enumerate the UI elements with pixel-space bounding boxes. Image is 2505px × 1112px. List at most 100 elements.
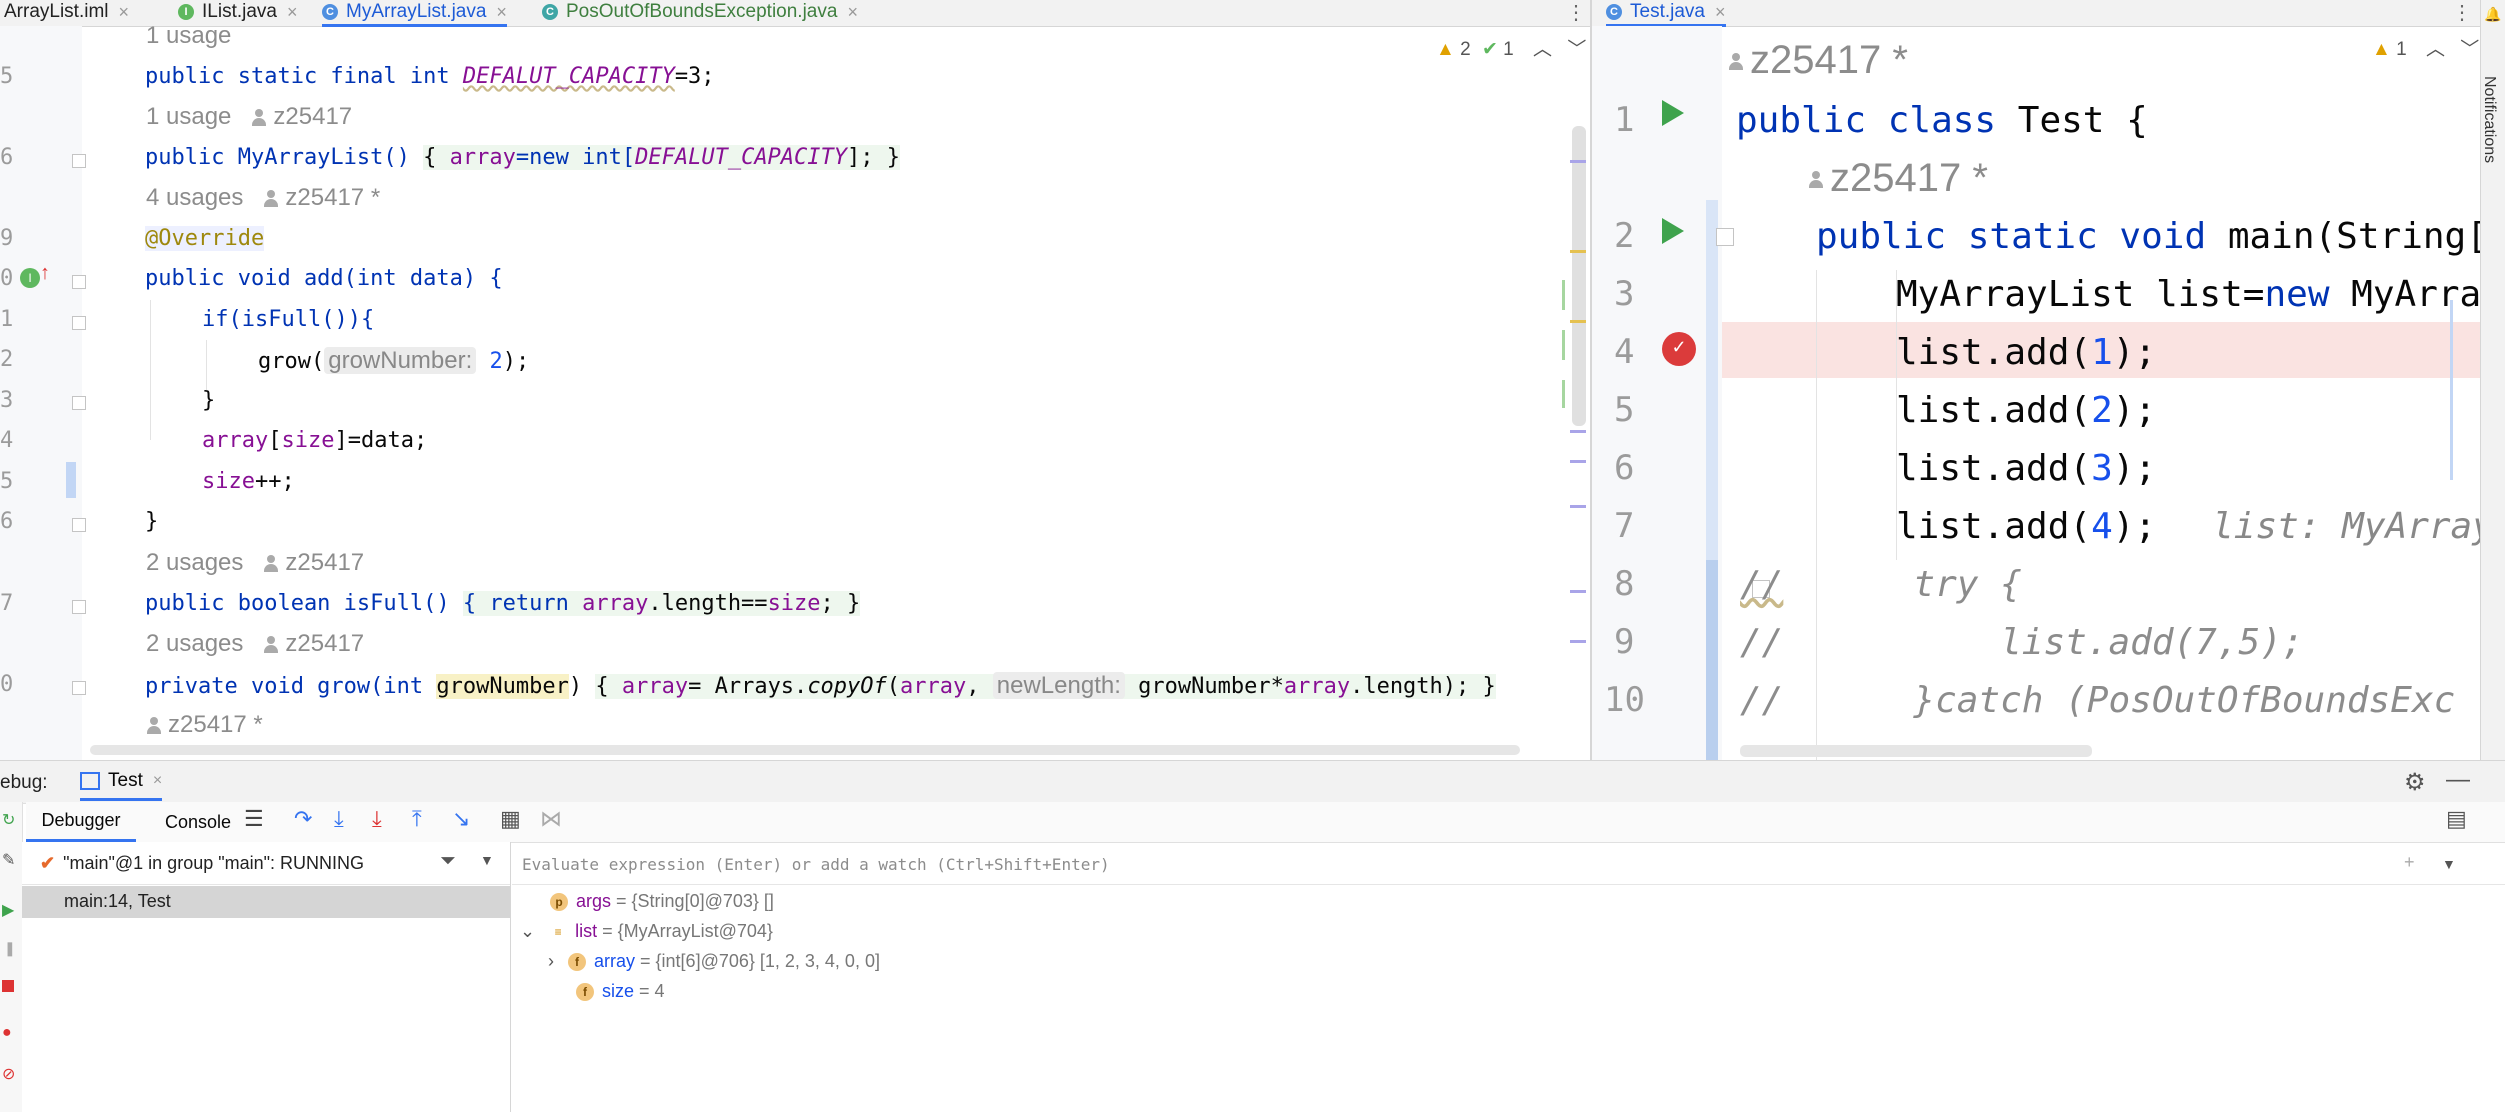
notifications-button[interactable]: Notifications: [2480, 76, 2498, 163]
error-stripe-mark[interactable]: [1570, 430, 1586, 433]
fold-icon[interactable]: [72, 316, 86, 330]
menu-icon[interactable]: ☰: [244, 806, 264, 832]
code-vision-usages[interactable]: 2 usages z25417: [146, 549, 364, 577]
variable-row[interactable]: f size = 4: [576, 981, 665, 1002]
fold-icon[interactable]: [1716, 228, 1734, 246]
chevron-up-icon[interactable]: ︿: [1533, 39, 1552, 60]
inspection-widget[interactable]: ▲ 2 ✔ 1 ︿ ﹀: [1436, 34, 1586, 61]
fold-icon[interactable]: [72, 681, 86, 695]
code-line[interactable]: // }catch (PosOutOfBoundsExc: [1740, 680, 2455, 721]
code-line[interactable]: public void add(int data) {: [145, 266, 503, 291]
trace-icon[interactable]: ⋈: [540, 806, 562, 832]
error-stripe-mark[interactable]: [1570, 505, 1586, 508]
code-vision-usages[interactable]: 1 usage z25417: [146, 103, 352, 131]
close-icon[interactable]: ×: [1715, 2, 1726, 23]
fold-icon[interactable]: [72, 518, 86, 532]
code-line[interactable]: if(isFull()){: [202, 307, 374, 332]
step-over-icon[interactable]: ↷: [294, 806, 312, 832]
close-icon[interactable]: ×: [119, 2, 130, 23]
inspection-widget[interactable]: ▲ 1 ︿ ﹀: [2372, 34, 2479, 61]
code-line[interactable]: list.add(2);: [1896, 390, 2156, 431]
chevron-down-icon[interactable]: ▼: [480, 852, 494, 868]
code-line[interactable]: list.add(1);: [1896, 332, 2156, 373]
debug-session-tab[interactable]: Test ×: [80, 764, 163, 801]
chevron-right-icon[interactable]: ›: [548, 951, 554, 971]
chevron-down-icon[interactable]: ▼: [2442, 856, 2456, 872]
close-icon[interactable]: ×: [847, 2, 858, 23]
error-stripe-mark[interactable]: [1570, 160, 1586, 163]
more-tabs-icon[interactable]: ⋮: [2452, 0, 2472, 25]
settings-icon[interactable]: ✎: [2, 850, 15, 870]
code-line[interactable]: size++;: [202, 469, 295, 494]
code-vision-usages[interactable]: 1 usage: [146, 22, 231, 50]
notifications-icon[interactable]: 🔔: [2484, 6, 2501, 23]
code-line[interactable]: public MyArrayList() { array=new int[DEF…: [145, 145, 901, 170]
force-step-into-icon[interactable]: ⤓: [372, 806, 382, 832]
code-line[interactable]: list.add(3);: [1896, 448, 2156, 489]
frame-label[interactable]: main:14, Test: [64, 891, 171, 912]
minimize-icon[interactable]: —: [2446, 766, 2470, 794]
tab-ilist[interactable]: I IList.java ×: [178, 0, 298, 24]
run-to-cursor-icon[interactable]: ↘: [452, 806, 470, 832]
code-line[interactable]: }: [202, 388, 215, 413]
code-line[interactable]: public class Test {: [1736, 100, 2148, 141]
variable-row[interactable]: p args = {String[0]@703} []: [550, 891, 774, 912]
step-into-icon[interactable]: ⤓: [334, 806, 344, 832]
fold-icon[interactable]: [72, 275, 86, 289]
view-breakpoints-icon[interactable]: ●: [2, 1024, 12, 1042]
chevron-up-icon[interactable]: ︿: [2426, 39, 2445, 60]
step-out-icon[interactable]: ⤒: [412, 806, 422, 832]
close-icon[interactable]: ×: [496, 2, 507, 23]
variable-row[interactable]: › f array = {int[6]@706} [1, 2, 3, 4, 0, 0…: [548, 951, 880, 972]
code-line[interactable]: list.add(4); list: MyArrayL: [1896, 506, 2505, 547]
tab-posoutofbounds[interactable]: C PosOutOfBoundsException.java ×: [542, 0, 858, 24]
add-watch-icon[interactable]: +: [2404, 852, 2415, 873]
gear-icon[interactable]: ⚙: [2404, 768, 2426, 797]
tab-debugger[interactable]: Debugger: [26, 802, 136, 842]
implements-icon[interactable]: I: [20, 268, 40, 288]
code-vision-author[interactable]: z25417 *: [1728, 38, 1908, 83]
error-stripe-mark[interactable]: [1570, 460, 1586, 463]
horizontal-scrollbar[interactable]: [90, 745, 1520, 755]
breakpoint-icon[interactable]: ✓: [1662, 332, 1696, 366]
variable-row[interactable]: ⌄ ≡ list = {MyArrayList@704}: [520, 921, 773, 942]
code-line[interactable]: // list.add(7,5);: [1740, 622, 2304, 663]
layout-icon[interactable]: ▤: [2446, 806, 2467, 832]
fold-icon[interactable]: [72, 600, 86, 614]
code-line[interactable]: array[size]=data;: [202, 428, 427, 453]
fold-icon[interactable]: [72, 396, 86, 410]
code-line[interactable]: public static final int DEFALUT_CAPACITY…: [145, 64, 715, 89]
code-line[interactable]: @Override: [145, 226, 265, 251]
error-stripe-mark[interactable]: [1570, 320, 1586, 323]
mute-breakpoints-icon[interactable]: ⊘: [2, 1064, 15, 1084]
vertical-scrollbar[interactable]: [2450, 300, 2453, 480]
fold-icon[interactable]: [72, 154, 86, 168]
pause-icon[interactable]: ❚: [4, 940, 16, 957]
tab-myarraylist[interactable]: C MyArrayList.java ×: [322, 0, 507, 27]
vertical-scrollbar[interactable]: [1572, 126, 1586, 426]
code-line[interactable]: public boolean isFull() { return array.l…: [145, 591, 861, 616]
code-line[interactable]: public static void main(String[]: [1816, 216, 2505, 257]
override-arrow-icon[interactable]: ↑: [40, 262, 50, 285]
code-vision-usages[interactable]: 4 usages z25417 *: [146, 184, 380, 212]
thread-label[interactable]: ✔ "main"@1 in group "main": RUNNING: [40, 853, 364, 874]
code-line[interactable]: MyArrayList list=new MyArrayL: [1896, 274, 2505, 315]
code-vision-author[interactable]: z25417 *: [1808, 156, 1988, 201]
rerun-icon[interactable]: ↻: [2, 810, 15, 830]
close-icon[interactable]: ×: [153, 772, 162, 790]
more-tabs-icon[interactable]: ⋮: [1566, 0, 1586, 25]
stop-icon[interactable]: [2, 980, 14, 992]
code-line[interactable]: // try {: [1740, 564, 2022, 605]
error-stripe-mark[interactable]: [1570, 640, 1586, 643]
code-line[interactable]: grow(growNumber: 2);: [258, 347, 529, 375]
code-line[interactable]: }: [145, 509, 158, 534]
run-icon[interactable]: [1662, 100, 1684, 126]
horizontal-scrollbar[interactable]: [1740, 745, 2092, 757]
resume-icon[interactable]: ▶: [2, 900, 14, 920]
tab-console[interactable]: Console: [148, 802, 248, 842]
evaluate-expression-input[interactable]: Evaluate expression (Enter) or add a wat…: [522, 855, 1110, 874]
tab-test[interactable]: C Test.java ×: [1606, 0, 1726, 27]
tab-arraylist-iml[interactable]: ArrayList.iml ×: [4, 0, 129, 24]
chevron-down-icon[interactable]: ⌄: [520, 921, 535, 941]
chevron-down-icon[interactable]: ﹀: [2460, 39, 2479, 60]
